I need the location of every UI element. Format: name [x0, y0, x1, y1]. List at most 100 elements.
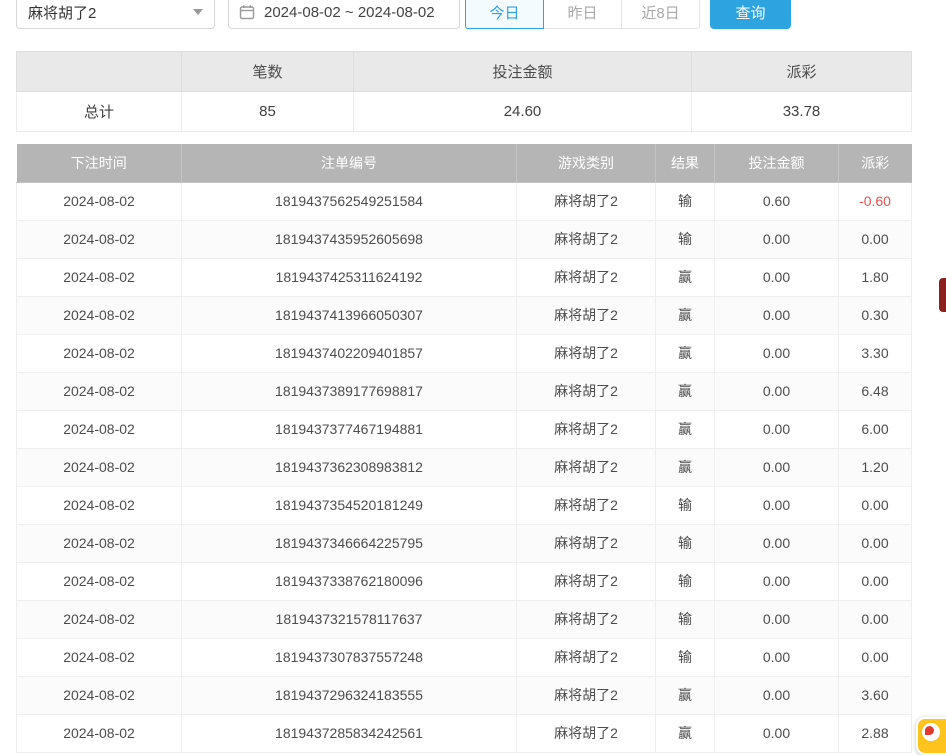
table-row: 2024-08-02 1819437413966050307 麻将胡了2 赢 0…	[17, 296, 912, 334]
records-table-body: 2024-08-02 1819437562549251584 麻将胡了2 输 0…	[17, 182, 912, 752]
cell-payout: -0.60	[839, 182, 912, 220]
cell-bet-time: 2024-08-02	[17, 676, 182, 714]
cell-order-id: 1819437346664225795	[182, 524, 517, 562]
records-header-row: 下注时间 注单编号 游戏类别 结果 投注金额 派彩	[17, 144, 912, 182]
header-bet-amount: 投注金额	[715, 144, 839, 182]
header-payout: 派彩	[839, 144, 912, 182]
cell-result: 赢	[656, 714, 715, 752]
cell-result: 赢	[656, 448, 715, 486]
quick-filter-group: 今日 昨日 近8日	[465, 0, 700, 29]
game-select-value: 麻将胡了2	[28, 2, 96, 23]
cell-bet-amount: 0.00	[715, 372, 839, 410]
cell-result: 赢	[656, 372, 715, 410]
cell-bet-time: 2024-08-02	[17, 448, 182, 486]
cell-payout: 0.00	[839, 600, 912, 638]
cell-result: 赢	[656, 258, 715, 296]
quick-filter-yesterday[interactable]: 昨日	[543, 0, 622, 29]
cell-result: 输	[656, 182, 715, 220]
cell-payout: 0.30	[839, 296, 912, 334]
game-select[interactable]: 麻将胡了2	[16, 0, 215, 29]
cell-bet-time: 2024-08-02	[17, 220, 182, 258]
summary-header-empty	[17, 52, 182, 92]
cell-game-type: 麻将胡了2	[517, 638, 656, 676]
cell-payout: 0.00	[839, 220, 912, 258]
cell-bet-amount: 0.60	[715, 182, 839, 220]
cell-order-id: 1819437425311624192	[182, 258, 517, 296]
cell-bet-time: 2024-08-02	[17, 638, 182, 676]
summary-table: 笔数 投注金额 派彩 总计 85 24.60 33.78	[16, 51, 912, 132]
table-row: 2024-08-02 1819437346664225795 麻将胡了2 输 0…	[17, 524, 912, 562]
cell-game-type: 麻将胡了2	[517, 562, 656, 600]
cell-bet-time: 2024-08-02	[17, 562, 182, 600]
side-panel-tab[interactable]	[939, 278, 946, 312]
cell-order-id: 1819437377467194881	[182, 410, 517, 448]
cell-bet-amount: 0.00	[715, 524, 839, 562]
cell-bet-amount: 0.00	[715, 220, 839, 258]
cell-order-id: 1819437562549251584	[182, 182, 517, 220]
filter-bar: 麻将胡了2 2024-08-02 ~ 2024-08-02 今日 昨日 近8日 …	[16, 0, 946, 30]
cell-game-type: 麻将胡了2	[517, 372, 656, 410]
cell-bet-amount: 0.00	[715, 600, 839, 638]
summary-total-payout: 33.78	[692, 92, 912, 132]
cell-game-type: 麻将胡了2	[517, 714, 656, 752]
table-row: 2024-08-02 1819437307837557248 麻将胡了2 输 0…	[17, 638, 912, 676]
date-range-input[interactable]: 2024-08-02 ~ 2024-08-02	[228, 0, 460, 29]
summary-total-label: 总计	[17, 92, 182, 132]
cell-payout: 6.00	[839, 410, 912, 448]
summary-header-bet-amount: 投注金额	[354, 52, 692, 92]
cell-bet-time: 2024-08-02	[17, 714, 182, 752]
cell-result: 输	[656, 562, 715, 600]
summary-header-count: 笔数	[182, 52, 354, 92]
cell-result: 输	[656, 638, 715, 676]
cell-bet-amount: 0.00	[715, 562, 839, 600]
cell-payout: 3.30	[839, 334, 912, 372]
cell-game-type: 麻将胡了2	[517, 524, 656, 562]
cell-order-id: 1819437354520181249	[182, 486, 517, 524]
quick-filter-today[interactable]: 今日	[465, 0, 544, 29]
cell-result: 输	[656, 220, 715, 258]
cell-game-type: 麻将胡了2	[517, 296, 656, 334]
table-row: 2024-08-02 1819437435952605698 麻将胡了2 输 0…	[17, 220, 912, 258]
cell-result: 赢	[656, 676, 715, 714]
cell-order-id: 1819437402209401857	[182, 334, 517, 372]
summary-total-bet-amount: 24.60	[354, 92, 692, 132]
cell-game-type: 麻将胡了2	[517, 676, 656, 714]
cell-payout: 0.00	[839, 638, 912, 676]
cell-bet-time: 2024-08-02	[17, 258, 182, 296]
cell-order-id: 1819437285834242561	[182, 714, 517, 752]
cell-result: 赢	[656, 296, 715, 334]
cell-result: 输	[656, 524, 715, 562]
cell-game-type: 麻将胡了2	[517, 600, 656, 638]
cell-bet-time: 2024-08-02	[17, 410, 182, 448]
bet-records-table: 下注时间 注单编号 游戏类别 结果 投注金额 派彩 2024-08-02 181…	[16, 144, 912, 753]
cell-game-type: 麻将胡了2	[517, 410, 656, 448]
table-row: 2024-08-02 1819437425311624192 麻将胡了2 赢 0…	[17, 258, 912, 296]
summary-total-row: 总计 85 24.60 33.78	[17, 92, 912, 132]
date-range-value: 2024-08-02 ~ 2024-08-02	[264, 4, 435, 21]
cell-bet-time: 2024-08-02	[17, 182, 182, 220]
table-row: 2024-08-02 1819437402209401857 麻将胡了2 赢 0…	[17, 334, 912, 372]
cell-order-id: 1819437296324183555	[182, 676, 517, 714]
cell-bet-amount: 0.00	[715, 410, 839, 448]
cell-game-type: 麻将胡了2	[517, 334, 656, 372]
cell-payout: 0.00	[839, 562, 912, 600]
table-row: 2024-08-02 1819437321578117637 麻将胡了2 输 0…	[17, 600, 912, 638]
cell-bet-time: 2024-08-02	[17, 334, 182, 372]
cell-game-type: 麻将胡了2	[517, 486, 656, 524]
cell-payout: 1.80	[839, 258, 912, 296]
cell-bet-amount: 0.00	[715, 486, 839, 524]
cell-bet-amount: 0.00	[715, 638, 839, 676]
cell-game-type: 麻将胡了2	[517, 182, 656, 220]
cell-bet-amount: 0.00	[715, 296, 839, 334]
cell-game-type: 麻将胡了2	[517, 220, 656, 258]
cell-game-type: 麻将胡了2	[517, 448, 656, 486]
header-result: 结果	[656, 144, 715, 182]
customer-service-widget[interactable]	[916, 717, 946, 755]
cell-order-id: 1819437362308983812	[182, 448, 517, 486]
cell-bet-amount: 0.00	[715, 714, 839, 752]
table-row: 2024-08-02 1819437354520181249 麻将胡了2 输 0…	[17, 486, 912, 524]
cell-payout: 0.00	[839, 524, 912, 562]
cell-result: 输	[656, 600, 715, 638]
quick-filter-last8days[interactable]: 近8日	[621, 0, 700, 29]
search-button[interactable]: 查询	[710, 0, 791, 29]
